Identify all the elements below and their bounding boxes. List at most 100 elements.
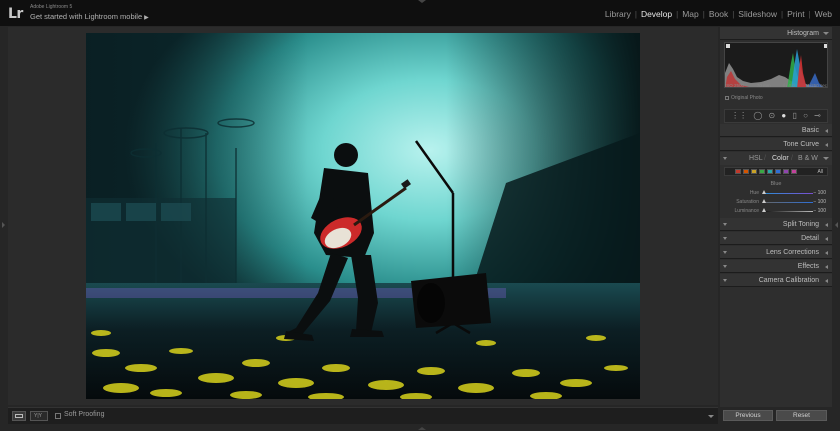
tab-hsl[interactable]: HSL xyxy=(749,152,763,165)
right-panel: Histogram ISO 2500 70 mm f / 4.0 1/250 s… xyxy=(720,27,832,407)
luminance-slider[interactable]: Luminance − 100 xyxy=(724,207,828,215)
before-after-label: Y|Y xyxy=(34,413,42,419)
lightroom-logo: Lr xyxy=(8,6,23,22)
saturation-label: Saturation xyxy=(736,199,759,205)
expand-icon xyxy=(825,279,828,283)
effects-section-title: Effects xyxy=(797,263,819,270)
panel-switch-icon[interactable] xyxy=(723,157,727,160)
soft-proofing-label: Soft Proofing xyxy=(64,411,105,418)
radial-filter-icon[interactable]: ○ xyxy=(803,111,808,121)
focal-length-value: 70 mm xyxy=(756,83,771,88)
camera-calibration-section-header[interactable]: Camera Calibration xyxy=(720,274,832,287)
basic-section-header[interactable]: Basic xyxy=(720,124,832,137)
histogram-title: Histogram xyxy=(787,30,819,37)
saturation-value[interactable]: − 100 xyxy=(813,199,826,205)
top-bar: Lr Adobe Lightroom 5 Get started with Li… xyxy=(0,0,840,26)
collapse-icon xyxy=(823,32,829,35)
tab-color[interactable]: Color xyxy=(772,152,789,165)
develop-tool-strip: ⋮⋮ ◯ ⊙ ● ▯ ○ ⊸ xyxy=(724,109,828,123)
previous-button[interactable]: Previous xyxy=(723,410,773,421)
grid-icon[interactable]: ⋮⋮ xyxy=(731,111,747,121)
lightroom-window: Lr Adobe Lightroom 5 Get started with Li… xyxy=(0,0,840,431)
graduated-filter-icon[interactable]: ▯ xyxy=(792,111,796,121)
module-library[interactable]: Library xyxy=(601,9,635,19)
saturation-slider[interactable]: Saturation − 100 xyxy=(724,198,828,206)
module-print[interactable]: Print xyxy=(783,9,808,19)
split-toning-section-title: Split Toning xyxy=(782,221,819,228)
expand-icon xyxy=(825,237,828,241)
swatch-green[interactable] xyxy=(759,169,765,174)
color-swatches: All xyxy=(724,167,828,176)
panel-switch-icon xyxy=(723,279,727,282)
selected-color-label: Blue xyxy=(770,181,782,187)
histogram[interactable] xyxy=(724,42,828,88)
loupe-view-icon xyxy=(15,414,23,418)
lightroom-mobile-link[interactable]: Get started with Lightroom mobile ▶ xyxy=(30,12,149,21)
swatch-magenta[interactable] xyxy=(791,169,797,174)
panel-switch-icon xyxy=(723,265,727,268)
split-toning-section-header[interactable]: Split Toning xyxy=(720,218,832,231)
swatch-aqua[interactable] xyxy=(767,169,773,174)
camera-calibration-section-title: Camera Calibration xyxy=(758,277,819,284)
module-develop[interactable]: Develop xyxy=(637,9,676,19)
swatch-red[interactable] xyxy=(735,169,741,174)
tab-separator: / xyxy=(764,155,766,162)
saturation-knob[interactable] xyxy=(762,199,766,203)
histogram-info: ISO 2500 70 mm f / 4.0 1/250 sec xyxy=(725,83,827,88)
panel-switch-icon xyxy=(723,223,727,226)
histogram-header[interactable]: Histogram xyxy=(720,27,832,40)
reset-button[interactable]: Reset xyxy=(776,410,827,421)
original-photo-checkbox[interactable] xyxy=(725,96,729,100)
lens-corrections-section-header[interactable]: Lens Corrections xyxy=(720,246,832,259)
loupe-view-button[interactable] xyxy=(12,411,26,421)
panel-switch-icon xyxy=(723,237,727,240)
module-picker: Library | Develop | Map | Book | Slidesh… xyxy=(601,9,836,19)
play-arrow-icon: ▶ xyxy=(144,15,149,21)
expand-icon xyxy=(825,251,828,255)
soft-proofing-checkbox[interactable] xyxy=(55,413,61,419)
module-map[interactable]: Map xyxy=(678,9,703,19)
expand-icon xyxy=(825,223,828,227)
luminance-track[interactable] xyxy=(763,211,813,212)
aperture-value: f / 4.0 xyxy=(783,83,795,88)
hsl-color-bw-tabs: HSL / Color / B & W xyxy=(720,152,832,165)
luminance-knob[interactable] xyxy=(762,208,766,212)
hue-knob[interactable] xyxy=(762,190,766,194)
effects-section-header[interactable]: Effects xyxy=(720,260,832,273)
tone-curve-section-header[interactable]: Tone Curve xyxy=(720,138,832,151)
module-slideshow[interactable]: Slideshow xyxy=(734,9,781,19)
adjustment-brush-icon[interactable]: ⊸ xyxy=(814,111,821,121)
red-eye-icon[interactable]: ● xyxy=(781,111,786,121)
tab-separator: / xyxy=(791,155,793,162)
swatch-purple[interactable] xyxy=(783,169,789,174)
detail-section-title: Detail xyxy=(801,235,819,242)
expand-filmstrip-icon[interactable] xyxy=(418,427,426,430)
hue-value[interactable]: − 100 xyxy=(813,190,826,196)
toolbar-options-icon[interactable] xyxy=(708,415,714,418)
module-web[interactable]: Web xyxy=(811,9,836,19)
tone-curve-section-title: Tone Curve xyxy=(783,141,819,148)
original-photo-toggle[interactable]: Original Photo xyxy=(725,95,763,101)
tab-bw[interactable]: B & W xyxy=(798,152,818,165)
swatch-all[interactable]: All xyxy=(817,169,823,175)
histogram-graph xyxy=(725,44,827,87)
swatch-yellow[interactable] xyxy=(751,169,757,174)
lens-corrections-section-title: Lens Corrections xyxy=(766,249,819,256)
swatch-blue[interactable] xyxy=(775,169,781,174)
module-book[interactable]: Book xyxy=(705,9,732,19)
saturation-track[interactable] xyxy=(763,202,813,203)
expand-left-panel-icon[interactable] xyxy=(2,222,5,228)
expand-icon xyxy=(825,129,828,133)
collapse-right-panel-icon[interactable] xyxy=(835,222,838,228)
photo-preview[interactable] xyxy=(86,33,640,399)
before-after-button[interactable]: Y|Y xyxy=(30,411,48,421)
spot-removal-icon[interactable]: ⊙ xyxy=(769,111,776,121)
panel-switch-icon xyxy=(723,251,727,254)
hue-slider[interactable]: Hue − 100 xyxy=(724,189,828,197)
swatch-orange[interactable] xyxy=(743,169,749,174)
detail-section-header[interactable]: Detail xyxy=(720,232,832,245)
crop-tool-icon[interactable]: ◯ xyxy=(753,111,762,121)
luminance-value[interactable]: − 100 xyxy=(813,208,826,214)
hue-track[interactable] xyxy=(763,193,813,194)
collapse-top-panel-icon[interactable] xyxy=(418,0,426,3)
